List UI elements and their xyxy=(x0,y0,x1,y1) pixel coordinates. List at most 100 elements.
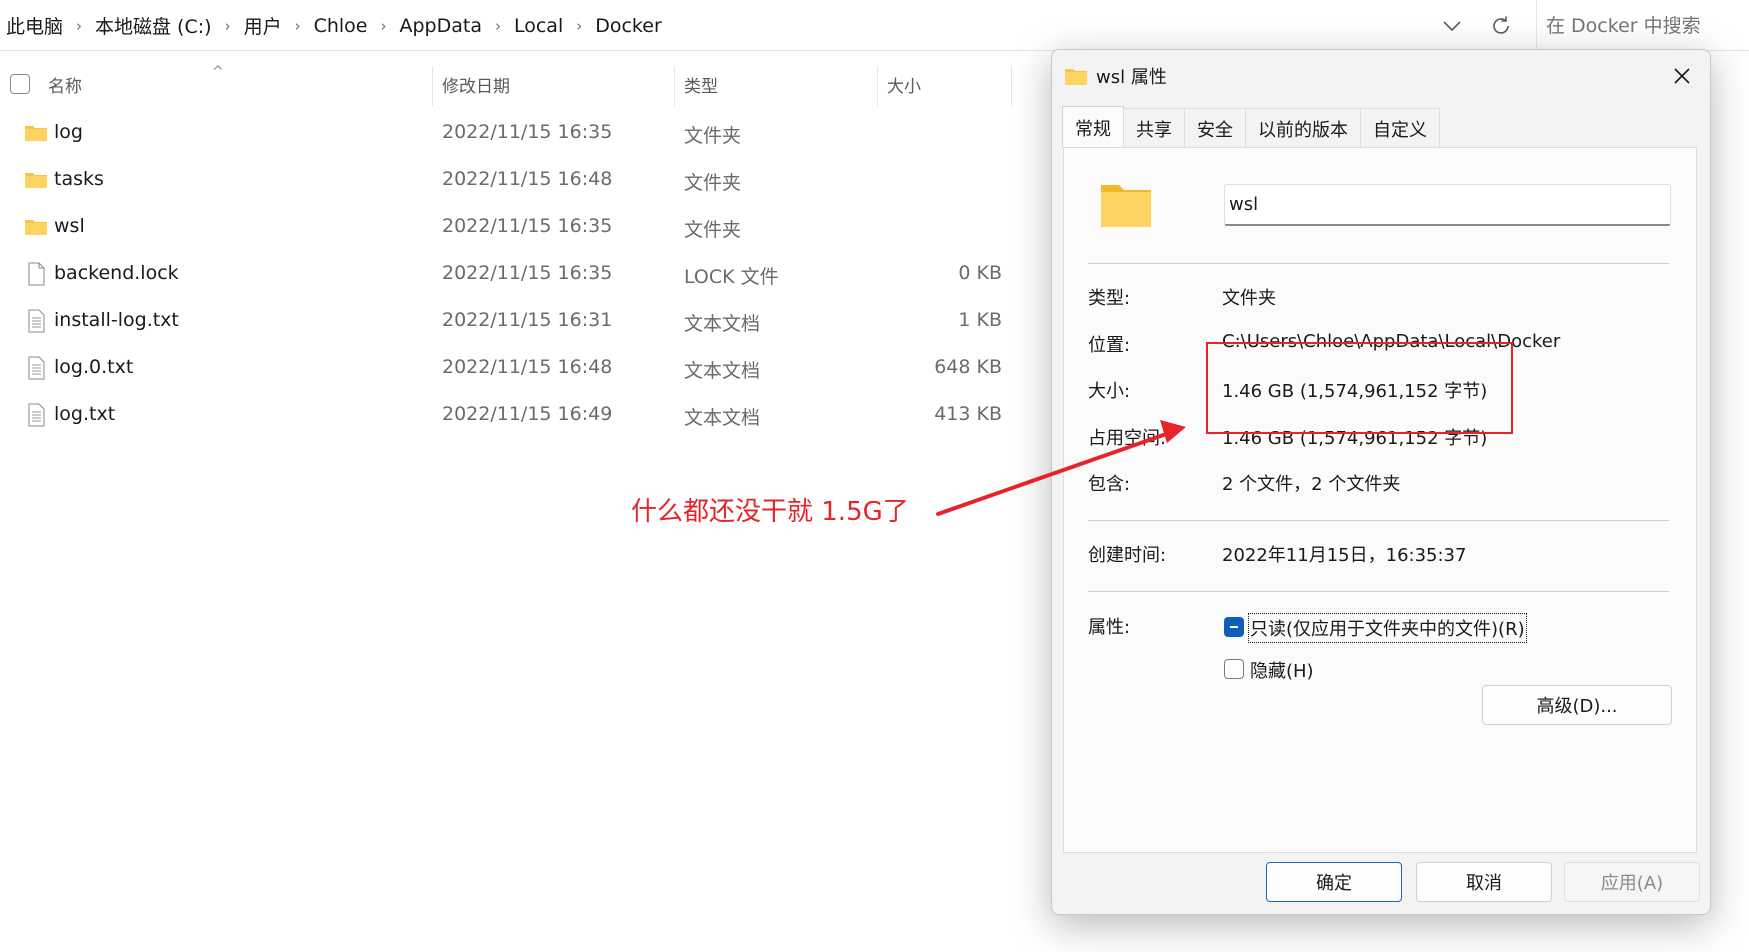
hidden-label[interactable]: 隐藏(H) xyxy=(1250,657,1314,683)
properties-dialog: wsl 属性 常规 共享 安全 以前的版本 自定义 类型: 文件夹 位置: C:… xyxy=(1051,49,1711,915)
file-modified: 2022/11/15 16:35 xyxy=(442,215,613,237)
contains-value: 2 个文件，2 个文件夹 xyxy=(1222,474,1401,495)
chevron-down-icon xyxy=(1443,21,1461,31)
tab-security[interactable]: 安全 xyxy=(1184,108,1246,148)
folder-icon xyxy=(1065,69,1087,85)
breadcrumb-chevron-icon[interactable]: › xyxy=(484,17,512,35)
column-divider[interactable] xyxy=(1011,66,1012,106)
size-highlight-box xyxy=(1206,342,1513,434)
file-size: 648 KB xyxy=(934,356,1002,378)
contains-label: 包含: xyxy=(1088,474,1131,495)
list-item[interactable]: log.0.txt 2022/11/15 16:48 文本文档 648 KB xyxy=(0,347,1030,389)
list-item[interactable]: log 2022/11/15 16:35 文件夹 xyxy=(0,112,1030,154)
folder-icon xyxy=(25,126,47,141)
breadcrumb-chevron-icon[interactable]: › xyxy=(369,17,397,35)
folder-icon xyxy=(25,220,47,235)
divider xyxy=(1088,263,1669,264)
dialog-close-button[interactable] xyxy=(1664,58,1700,94)
readonly-label[interactable]: 只读(仅应用于文件夹中的文件)(R) xyxy=(1248,613,1527,643)
advanced-button[interactable]: 高级(D)... xyxy=(1482,685,1672,725)
column-header-modified[interactable]: 修改日期 xyxy=(442,72,510,97)
dialog-title: wsl 属性 xyxy=(1096,67,1167,88)
file-modified: 2022/11/15 16:35 xyxy=(442,262,613,284)
divider xyxy=(1088,591,1669,592)
folder-icon xyxy=(1101,185,1151,227)
readonly-checkbox[interactable] xyxy=(1224,617,1244,637)
address-history-dropdown[interactable] xyxy=(1438,12,1466,40)
tab-customize[interactable]: 自定义 xyxy=(1360,108,1440,148)
ok-button[interactable]: 确定 xyxy=(1266,862,1402,902)
file-name: log.txt xyxy=(54,403,116,425)
file-type: 文本文档 xyxy=(684,407,761,429)
column-divider[interactable] xyxy=(674,66,675,106)
sort-ascending-icon: ^ xyxy=(212,64,224,80)
file-modified: 2022/11/15 16:35 xyxy=(442,121,613,143)
created-value: 2022年11月15日，16:35:37 xyxy=(1222,545,1467,566)
list-item[interactable]: backend.lock 2022/11/15 16:35 LOCK 文件 0 … xyxy=(0,253,1030,295)
list-item[interactable]: wsl 2022/11/15 16:35 文件夹 xyxy=(0,206,1030,248)
file-name: install-log.txt xyxy=(54,309,179,331)
file-type: LOCK 文件 xyxy=(684,266,779,288)
breadcrumb-chevron-icon[interactable]: › xyxy=(65,17,93,35)
breadcrumb-users[interactable]: 用户 xyxy=(242,12,284,39)
file-list-header: 名称 ^ 修改日期 类型 大小 xyxy=(0,62,1050,106)
breadcrumb-local[interactable]: Local xyxy=(512,15,565,37)
file-type: 文本文档 xyxy=(684,313,761,335)
attributes-label: 属性: xyxy=(1088,617,1131,638)
location-label: 位置: xyxy=(1088,335,1131,356)
folder-name-input[interactable] xyxy=(1224,184,1671,226)
list-item[interactable]: install-log.txt 2022/11/15 16:31 文本文档 1 … xyxy=(0,300,1030,342)
hidden-checkbox[interactable] xyxy=(1224,659,1244,679)
apply-button[interactable]: 应用(A) xyxy=(1564,862,1700,902)
breadcrumb-chevron-icon[interactable]: › xyxy=(214,17,242,35)
file-type: 文件夹 xyxy=(684,219,742,241)
address-divider xyxy=(1536,0,1537,51)
search-input[interactable] xyxy=(1544,8,1744,44)
column-divider[interactable] xyxy=(432,66,433,106)
file-icon xyxy=(28,262,45,286)
address-bar: 此电脑 › 本地磁盘 (C:) › 用户 › Chloe › AppData ›… xyxy=(0,0,1749,51)
list-item[interactable]: log.txt 2022/11/15 16:49 文本文档 413 KB xyxy=(0,394,1030,436)
file-modified: 2022/11/15 16:48 xyxy=(442,168,613,190)
tab-previous-versions[interactable]: 以前的版本 xyxy=(1245,108,1361,148)
type-label: 类型: xyxy=(1088,288,1131,309)
cancel-button[interactable]: 取消 xyxy=(1416,862,1552,902)
breadcrumb: 此电脑 › 本地磁盘 (C:) › 用户 › Chloe › AppData ›… xyxy=(4,0,664,51)
annotation-text: 什么都还没干就 1.5G了 xyxy=(631,497,909,527)
file-name: tasks xyxy=(54,168,104,190)
file-name: log xyxy=(54,121,83,143)
breadcrumb-chloe[interactable]: Chloe xyxy=(312,15,370,37)
file-type: 文件夹 xyxy=(684,172,742,194)
file-modified: 2022/11/15 16:48 xyxy=(442,356,613,378)
file-name: wsl xyxy=(54,215,85,237)
column-header-name[interactable]: 名称 xyxy=(48,72,82,97)
breadcrumb-chevron-icon[interactable]: › xyxy=(284,17,312,35)
folder-icon xyxy=(25,173,47,188)
list-item[interactable]: tasks 2022/11/15 16:48 文件夹 xyxy=(0,159,1030,201)
breadcrumb-this-pc[interactable]: 此电脑 xyxy=(4,12,65,39)
select-all-checkbox[interactable] xyxy=(10,74,30,94)
dialog-tabs: 常规 共享 安全 以前的版本 自定义 xyxy=(1062,106,1440,148)
breadcrumb-docker[interactable]: Docker xyxy=(593,15,664,37)
breadcrumb-appdata[interactable]: AppData xyxy=(397,15,484,37)
disk-size-label: 占用空间: xyxy=(1088,428,1167,449)
refresh-button[interactable] xyxy=(1486,11,1516,41)
file-size: 0 KB xyxy=(958,262,1002,284)
column-header-size[interactable]: 大小 xyxy=(887,72,921,97)
tab-sharing[interactable]: 共享 xyxy=(1123,108,1185,148)
file-type: 文件夹 xyxy=(684,125,742,147)
file-name: log.0.txt xyxy=(54,356,134,378)
file-size: 413 KB xyxy=(934,403,1002,425)
column-divider[interactable] xyxy=(877,66,878,106)
file-size: 1 KB xyxy=(958,309,1002,331)
breadcrumb-local-disk[interactable]: 本地磁盘 (C:) xyxy=(93,12,214,39)
file-type: 文本文档 xyxy=(684,360,761,382)
created-label: 创建时间: xyxy=(1088,545,1167,566)
column-header-type[interactable]: 类型 xyxy=(684,72,718,97)
general-tab-panel: 类型: 文件夹 位置: C:\Users\Chloe\AppData\Local… xyxy=(1063,147,1697,853)
text-file-icon xyxy=(28,309,45,333)
text-file-icon xyxy=(28,403,45,427)
tab-general[interactable]: 常规 xyxy=(1062,106,1124,148)
type-value: 文件夹 xyxy=(1222,288,1276,309)
breadcrumb-chevron-icon[interactable]: › xyxy=(565,17,593,35)
